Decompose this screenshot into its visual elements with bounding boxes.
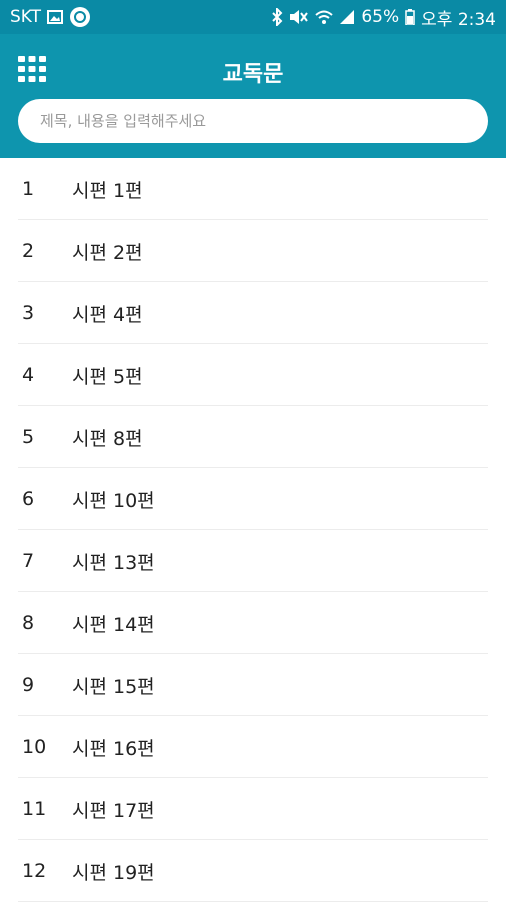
status-right: 65% 오후 2:34 xyxy=(271,5,496,30)
list-item[interactable]: 11 시편 17편 xyxy=(0,778,506,840)
status-bar: SKT 65% 오후 2:34 xyxy=(0,0,506,34)
list-item[interactable]: 4 시편 5편 xyxy=(0,344,506,406)
item-title: 시편 13편 xyxy=(72,551,155,574)
list-item[interactable]: 5 시편 8편 xyxy=(0,406,506,468)
item-number: 5 xyxy=(22,426,35,448)
app-header: 교독문 xyxy=(0,34,506,158)
search-input[interactable] xyxy=(38,111,468,131)
battery-icon xyxy=(405,9,415,25)
list-item[interactable]: 6 시편 10편 xyxy=(0,468,506,530)
item-title: 시편 19편 xyxy=(72,861,155,884)
list-item[interactable]: 1 시편 1편 xyxy=(0,158,506,220)
item-title: 시편 17편 xyxy=(72,799,155,822)
bluetooth-icon xyxy=(271,8,283,26)
item-number: 11 xyxy=(22,798,47,820)
item-number: 9 xyxy=(22,674,35,696)
carrier-label: SKT xyxy=(10,7,42,27)
reading-list: 1 시편 1편 2 시편 2편 3 시편 4편 4 시편 5편 5 시편 8편 6 시편 1… xyxy=(0,158,506,902)
status-left: SKT xyxy=(10,6,91,28)
item-number: 7 xyxy=(22,550,35,572)
clock: 오후 2:34 xyxy=(421,9,496,30)
list-item[interactable]: 7 시편 13편 xyxy=(0,530,506,592)
item-title: 시편 2편 xyxy=(72,241,143,264)
list-item[interactable]: 2 시편 2편 xyxy=(0,220,506,282)
list-item[interactable]: 12 시편 19편 xyxy=(0,840,506,902)
item-number: 12 xyxy=(22,860,47,882)
page-title: 교독문 xyxy=(222,62,284,87)
item-title: 시편 10편 xyxy=(72,489,155,512)
item-number: 10 xyxy=(22,736,47,758)
item-title: 시편 1편 xyxy=(72,179,143,202)
signal-icon xyxy=(339,9,355,25)
item-title: 시편 8편 xyxy=(72,427,143,450)
item-title: 시편 5편 xyxy=(72,365,143,388)
app-notification-icon xyxy=(69,6,91,28)
item-number: 3 xyxy=(22,302,35,324)
item-title: 시편 15편 xyxy=(72,675,155,698)
list-item[interactable]: 8 시편 14편 xyxy=(0,592,506,654)
gallery-icon xyxy=(47,10,64,24)
item-number: 4 xyxy=(22,364,35,386)
wifi-icon xyxy=(315,9,334,25)
battery-percent: 65% xyxy=(361,7,400,27)
mute-icon xyxy=(289,9,309,25)
item-title: 시편 4편 xyxy=(72,303,143,326)
item-title: 시편 16편 xyxy=(72,737,155,760)
list-item[interactable]: 10 시편 16편 xyxy=(0,716,506,778)
item-number: 6 xyxy=(22,488,35,510)
item-number: 2 xyxy=(22,240,35,262)
item-number: 8 xyxy=(22,612,35,634)
search-bar[interactable] xyxy=(18,99,488,143)
list-item[interactable]: 3 시편 4편 xyxy=(0,282,506,344)
item-title: 시편 14편 xyxy=(72,613,155,636)
item-number: 1 xyxy=(22,178,35,200)
list-item[interactable]: 9 시편 15편 xyxy=(0,654,506,716)
